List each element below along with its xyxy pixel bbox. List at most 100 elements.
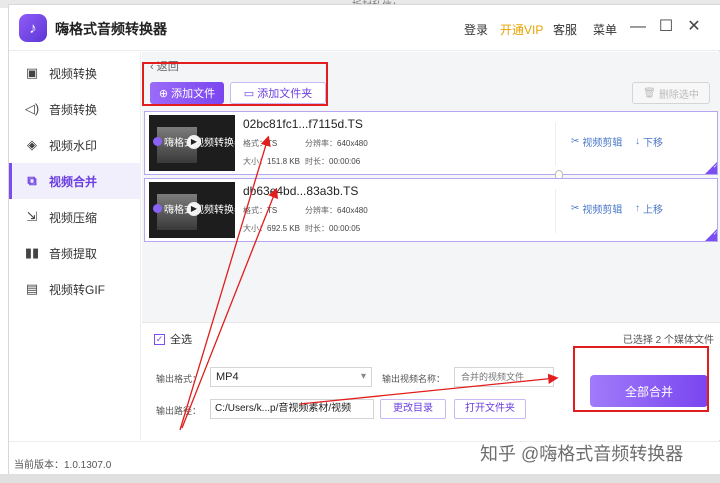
gif-icon: ▤ [25, 281, 39, 296]
file-row[interactable]: 嗨格式视频转换器 ▶ db63e4bd...83a3b.TS 格式：TS 分辨率… [144, 178, 718, 242]
play-icon[interactable]: ▶ [187, 202, 201, 216]
scissors-icon: ✂ [571, 136, 580, 147]
sidebar-item-label: 音频转换 [49, 102, 98, 117]
sidebar-item-label: 视频转换 [49, 66, 98, 81]
duration-value: 00:00:06 [329, 157, 361, 166]
file-row[interactable]: 嗨格式视频转换器 ▶ 02bc81fc1...f7115d.TS 格式：TS 分… [144, 111, 718, 175]
support-link[interactable]: 客服 [553, 21, 577, 38]
size-label: 大小： [243, 224, 267, 233]
video-edit-label: 视频剪辑 [582, 205, 623, 216]
sidebar-item-label: 视频水印 [49, 138, 98, 153]
select-all-checkbox[interactable]: ✓ 全选 [154, 331, 192, 347]
sidebar-item-watermark[interactable]: ◈ 视频水印 [9, 127, 141, 163]
resolution-meta: 分辨率：640x480 [305, 138, 368, 149]
format-meta: 格式：TS [243, 205, 277, 216]
row-divider [555, 122, 556, 166]
login-link[interactable]: 登录 [464, 21, 488, 38]
format-label: 格式： [243, 206, 267, 215]
output-settings-panel: ✓ 全选 已选择 2 个媒体文件 输出格式： MP4 输出视频名称： 输出路径：… [142, 322, 720, 440]
sidebar-item-label: 视频合并 [49, 174, 98, 189]
logo-dot-icon [153, 204, 162, 213]
add-file-button[interactable]: ⊕ 添加文件 [150, 82, 224, 104]
sidebar-item-video-convert[interactable]: ▣ 视频转换 [9, 55, 141, 91]
format-value: TS [267, 139, 278, 148]
sidebar-item-gif[interactable]: ▤ 视频转GIF [9, 271, 141, 307]
size-meta: 大小：151.8 KB [243, 156, 300, 167]
minimize-icon[interactable]: — [629, 18, 647, 36]
video-thumbnail: 嗨格式视频转换器 ▶ [149, 115, 235, 171]
video-edit-button[interactable]: ✂ 视频剪辑 [571, 201, 622, 216]
output-name-input[interactable] [454, 367, 554, 387]
file-name: 02bc81fc1...f7115d.TS [243, 117, 363, 131]
format-meta: 格式：TS [243, 138, 277, 149]
delete-selected-label: 删除选中 [658, 89, 699, 101]
sidebar: ▣ 视频转换 ◁) 音频转换 ◈ 视频水印 ⧉ 视频合并 ⇲ 视频压缩 ▮▮ 音… [9, 52, 141, 440]
add-folder-button[interactable]: ▭ 添加文件夹 [230, 82, 326, 104]
merge-icon: ⧉ [27, 173, 37, 188]
row-divider [555, 189, 556, 233]
audio-convert-icon: ◁) [24, 101, 40, 116]
video-edit-label: 视频剪辑 [582, 138, 623, 149]
output-format-label: 输出格式： [156, 374, 202, 384]
file-name: db63e4bd...83a3b.TS [243, 184, 359, 198]
selected-check-icon[interactable] [705, 229, 718, 241]
trash-icon: 🗑 [643, 87, 656, 99]
selected-check-icon[interactable] [705, 162, 718, 174]
size-value: 692.5 KB [267, 224, 300, 233]
resolution-value: 640x480 [337, 139, 368, 148]
video-convert-icon: ▣ [25, 65, 39, 80]
move-down-label: 下移 [643, 138, 663, 149]
delete-selected-button[interactable]: 🗑 删除选中 [632, 82, 710, 104]
watermark-icon: ◈ [27, 137, 37, 152]
sidebar-item-label: 音频提取 [49, 246, 98, 261]
app-logo-icon: ♪ [19, 14, 47, 42]
duration-meta: 时长：00:00:05 [305, 223, 360, 234]
audio-extract-icon: ▮▮ [24, 245, 40, 260]
scissors-icon: ✂ [571, 203, 580, 214]
close-icon[interactable]: ✕ [685, 18, 703, 36]
logo-dot-icon [153, 137, 162, 146]
open-folder-button[interactable]: 打开文件夹 [454, 399, 526, 419]
output-path-field[interactable]: C:/Users/k...p/音视频素材/视频 [210, 399, 374, 419]
move-up-button[interactable]: ↑ 上移 [635, 201, 663, 216]
menu-link[interactable]: 菜单 [593, 21, 617, 38]
duration-label: 时长： [305, 224, 329, 233]
play-icon[interactable]: ▶ [187, 135, 201, 149]
resolution-meta: 分辨率：640x480 [305, 205, 368, 216]
arrow-down-icon: ↓ [635, 136, 640, 147]
select-all-label: 全选 [170, 334, 192, 346]
zhihu-watermark: 知乎 @嗨格式音频转换器 [480, 444, 684, 464]
change-directory-button[interactable]: 更改目录 [380, 399, 446, 419]
size-value: 151.8 KB [267, 157, 300, 166]
selected-count: 已选择 2 个媒体文件 [622, 335, 714, 346]
video-thumbnail: 嗨格式视频转换器 ▶ [149, 182, 235, 238]
arrow-up-icon: ↑ [635, 203, 640, 214]
app-window: ♪ 嗨格式音频转换器 登录 开通VIP 客服 菜单 — ☐ ✕ ▣ 视频转换 ◁… [8, 4, 720, 474]
title-bar: ♪ 嗨格式音频转换器 登录 开通VIP 客服 菜单 — ☐ ✕ [9, 5, 720, 51]
size-meta: 大小：692.5 KB [243, 223, 300, 234]
vip-link[interactable]: 开通VIP [500, 21, 543, 38]
main-content: ‹ 返回 ⊕ 添加文件 ▭ 添加文件夹 🗑 删除选中 嗨格式视频转换器 ▶ 02… [142, 52, 720, 440]
move-up-label: 上移 [643, 205, 663, 216]
sidebar-item-audio-convert[interactable]: ◁) 音频转换 [9, 91, 141, 127]
output-format-select[interactable]: MP4 [210, 367, 372, 387]
maximize-icon[interactable]: ☐ [657, 18, 675, 36]
move-down-button[interactable]: ↓ 下移 [635, 134, 663, 149]
compress-icon: ⇲ [26, 209, 38, 224]
video-edit-button[interactable]: ✂ 视频剪辑 [571, 134, 622, 149]
format-value: TS [267, 206, 278, 215]
checkbox-checked-icon: ✓ [154, 333, 165, 345]
app-title: 嗨格式音频转换器 [55, 21, 167, 37]
version-text: 当前版本：1.0.1307.0 [14, 460, 112, 471]
sidebar-item-merge[interactable]: ⧉ 视频合并 [9, 163, 141, 199]
resolution-value: 640x480 [337, 206, 368, 215]
sidebar-item-audio-extract[interactable]: ▮▮ 音频提取 [9, 235, 141, 271]
resolution-label: 分辨率： [305, 139, 337, 148]
size-label: 大小： [243, 157, 267, 166]
merge-all-button[interactable]: 全部合并 [590, 375, 708, 407]
sidebar-item-compress[interactable]: ⇲ 视频压缩 [9, 199, 141, 235]
folder-icon: ▭ [243, 87, 255, 100]
format-label: 格式： [243, 139, 267, 148]
add-folder-label: 添加文件夹 [257, 88, 313, 100]
back-link[interactable]: ‹ 返回 [150, 58, 179, 74]
